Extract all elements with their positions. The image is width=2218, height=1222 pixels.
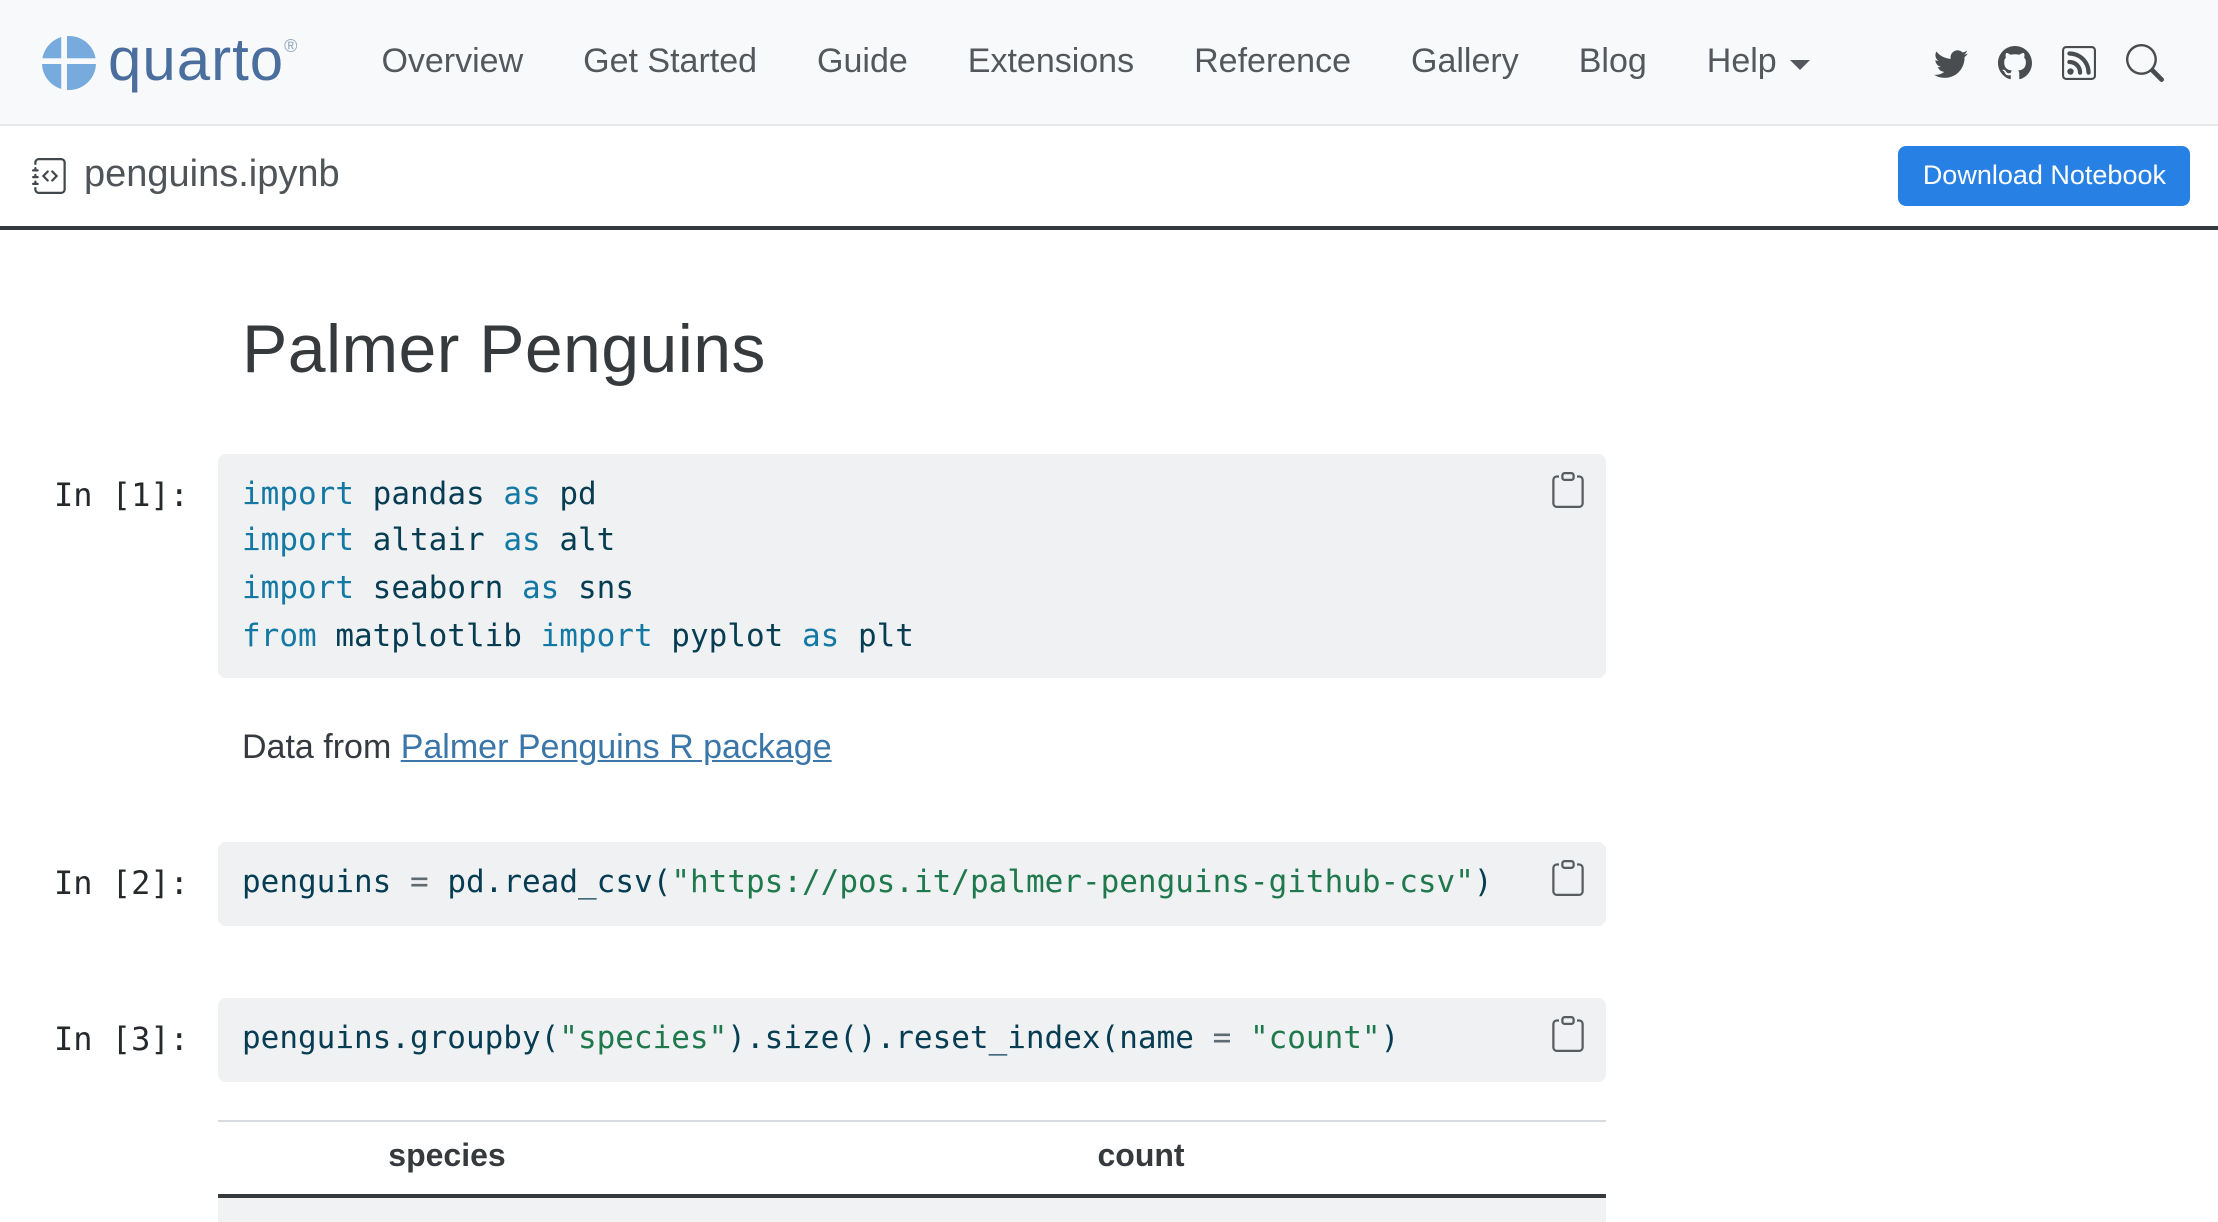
navbar-icon-group: [1934, 43, 2164, 81]
cell-execution-label: In [3]:: [54, 1016, 189, 1063]
notebook-filename: penguins.ipynb: [84, 154, 340, 198]
nav-item-help-label: Help: [1707, 42, 1777, 82]
page-title: Palmer Penguins: [242, 308, 1606, 393]
download-notebook-button[interactable]: Download Notebook: [1899, 147, 2190, 206]
navbar: quarto ® Overview Get Started Guide Exte…: [0, 0, 2218, 126]
nav-item-extensions[interactable]: Extensions: [968, 42, 1134, 82]
code-source[interactable]: penguins = pd.read_csv("https://pos.it/p…: [242, 861, 1582, 908]
cell-output-table: species count: [218, 1119, 1606, 1222]
clipboard-icon[interactable]: [1550, 1016, 1586, 1058]
code-source[interactable]: import pandas as pdimport altair as alti…: [242, 471, 1582, 661]
code-source[interactable]: penguins.groupby("species").size().reset…: [242, 1016, 1582, 1063]
nav-item-reference[interactable]: Reference: [1194, 42, 1351, 82]
notebook-content: Palmer Penguins In [1]: import pandas as…: [218, 308, 1606, 1222]
rss-icon[interactable]: [2062, 45, 2096, 79]
code-cell-3: In [3]: penguins.groupby("species").size…: [218, 998, 1606, 1081]
column-header-count: count: [676, 1120, 1606, 1195]
column-header-species: species: [218, 1120, 676, 1195]
table-header-row: species count: [218, 1120, 1606, 1195]
registered-trademark: ®: [284, 36, 297, 56]
code-cell-1: In [1]: import pandas as pdimport altair…: [218, 453, 1606, 679]
code-block: import pandas as pdimport altair as alti…: [218, 453, 1606, 679]
nav-item-get-started[interactable]: Get Started: [583, 42, 757, 82]
markdown-paragraph: Data from Palmer Penguins R package: [242, 725, 1606, 773]
cell-execution-label: In [2]:: [54, 861, 189, 908]
table-row: [218, 1195, 1606, 1222]
clipboard-icon[interactable]: [1550, 861, 1586, 903]
code-cell-2: In [2]: penguins = pd.read_csv("https://…: [218, 843, 1606, 926]
search-icon[interactable]: [2126, 43, 2164, 81]
nav-item-overview[interactable]: Overview: [381, 42, 523, 82]
quarto-brand-link[interactable]: quarto ®: [42, 32, 297, 92]
nav-item-gallery[interactable]: Gallery: [1411, 42, 1519, 82]
nav-item-blog[interactable]: Blog: [1579, 42, 1647, 82]
main-nav: Overview Get Started Guide Extensions Re…: [381, 42, 1810, 82]
notebook-file-bar: penguins.ipynb Download Notebook: [0, 126, 2218, 230]
brand-wordmark: quarto: [108, 32, 284, 92]
nav-item-help[interactable]: Help: [1707, 42, 1811, 82]
twitter-icon[interactable]: [1934, 45, 1968, 79]
paragraph-text: Data from: [242, 729, 401, 767]
nav-item-guide[interactable]: Guide: [817, 42, 908, 82]
quarto-notebook-page: quarto ® Overview Get Started Guide Exte…: [0, 0, 2218, 1222]
palmer-penguins-link[interactable]: Palmer Penguins R package: [401, 729, 832, 767]
chevron-down-icon: [1791, 60, 1811, 70]
journal-code-icon: [32, 158, 68, 194]
clipboard-icon[interactable]: [1550, 471, 1586, 513]
github-icon[interactable]: [1998, 45, 2032, 79]
code-block: penguins = pd.read_csv("https://pos.it/p…: [218, 843, 1606, 926]
code-block: penguins.groupby("species").size().reset…: [218, 998, 1606, 1081]
cell-execution-label: In [1]:: [54, 471, 189, 518]
quarto-globe-icon: [42, 35, 96, 89]
